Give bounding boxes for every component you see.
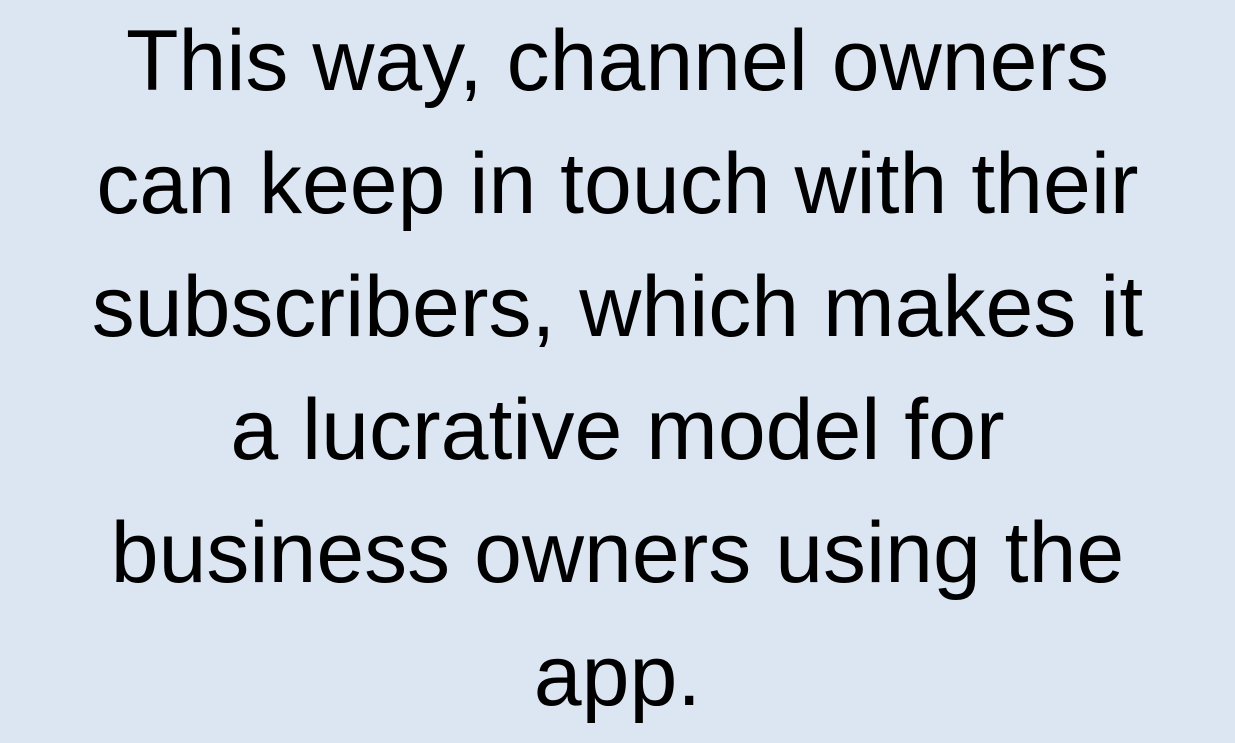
text-line: subscribers, which makes it <box>91 259 1144 355</box>
slide: This way, channel owners can keep in tou… <box>0 0 1235 743</box>
text-line: This way, channel owners <box>125 13 1110 109</box>
text-line: business owners using the <box>110 505 1125 601</box>
text-line: can keep in touch with their <box>96 136 1139 232</box>
text-line: app. <box>533 628 702 724</box>
text-line: a lucrative model for <box>230 382 1005 478</box>
slide-body-text: This way, channel owners can keep in tou… <box>0 0 1235 738</box>
